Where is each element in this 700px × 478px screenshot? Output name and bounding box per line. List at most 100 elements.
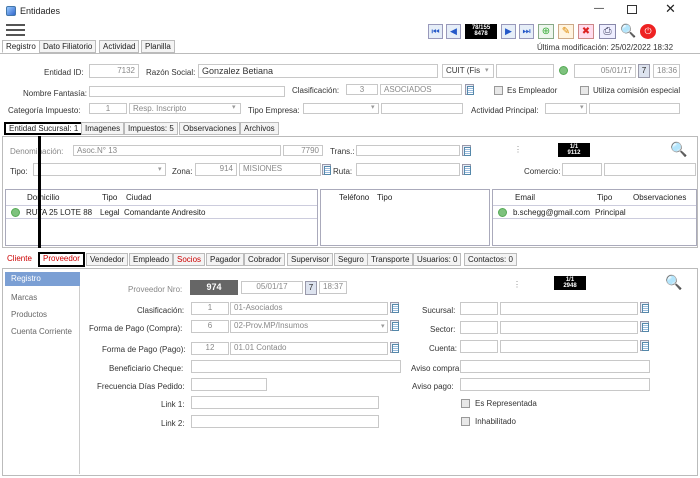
side-item-marcas[interactable]: Marcas: [11, 293, 37, 302]
clasif-label: Clasificación:: [137, 306, 185, 315]
search-icon[interactable]: 🔍: [620, 24, 637, 39]
last-record-icon[interactable]: ⏭: [519, 24, 534, 39]
title-bar: Entidades — ✕: [0, 0, 700, 22]
hamburger-menu-icon[interactable]: [6, 24, 25, 38]
tipo-select[interactable]: [33, 163, 166, 176]
tab-cobrador[interactable]: Cobrador: [244, 253, 286, 266]
sector-input[interactable]: [460, 321, 498, 334]
calendar-button[interactable]: 7: [638, 64, 650, 78]
razon-social-input[interactable]: Gonzalez Betiana: [198, 64, 438, 78]
delete-record-icon[interactable]: ✖: [578, 24, 594, 39]
lookup-list-icon[interactable]: [390, 302, 399, 313]
es-empleador-checkbox[interactable]: [494, 86, 503, 95]
tab-actividad[interactable]: Actividad: [99, 40, 140, 53]
link1-input[interactable]: [191, 396, 379, 409]
dotted-handle: ⋮: [513, 280, 521, 289]
ruta-input[interactable]: [356, 163, 460, 176]
tab-observaciones[interactable]: Observaciones: [179, 122, 241, 135]
first-record-icon[interactable]: ⏮: [428, 24, 443, 39]
sucursal-input[interactable]: [460, 302, 498, 315]
tab-proveedor[interactable]: Proveedor: [38, 252, 85, 267]
es-representada-checkbox[interactable]: [461, 399, 470, 408]
col-tipo: Tipo: [102, 193, 118, 202]
comision-checkbox[interactable]: [580, 86, 589, 95]
tab-dato-filiatorio[interactable]: Dato Filiatorio: [39, 40, 97, 53]
print-icon[interactable]: ⎙: [599, 24, 616, 39]
side-item-registro[interactable]: Registro: [5, 272, 80, 286]
frecuencia-input[interactable]: [191, 378, 267, 391]
power-exit-icon[interactable]: ⏻: [640, 24, 656, 39]
tab-entidad-sucursal[interactable]: Entidad Sucursal: 1: [4, 122, 84, 135]
lookup-list-icon[interactable]: [390, 342, 399, 353]
tipo-empresa-select[interactable]: [303, 103, 379, 114]
tab-vendedor[interactable]: Vendedor: [86, 253, 129, 266]
clasificacion-label: Clasificación:: [292, 86, 340, 95]
denominacion-input[interactable]: Asoc.N° 13: [73, 145, 281, 156]
forma-compra-code[interactable]: 6: [191, 320, 229, 333]
status-dot-icon: [11, 208, 20, 217]
zona-code[interactable]: 914: [195, 163, 237, 176]
tab-transporte[interactable]: Transporte: [367, 253, 414, 266]
tab-pagador[interactable]: Pagador: [206, 253, 245, 266]
lookup-list-icon[interactable]: [640, 340, 649, 351]
tab-planilla[interactable]: Planilla: [141, 40, 175, 53]
tab-seguro[interactable]: Seguro: [334, 253, 368, 266]
categoria-select[interactable]: Resp. Inscripto: [129, 103, 241, 114]
side-item-productos[interactable]: Productos: [11, 310, 47, 319]
calendar-button[interactable]: 7: [305, 281, 317, 295]
tab-usuarios[interactable]: Usuarios: 0: [413, 253, 462, 266]
link2-input[interactable]: [191, 415, 379, 428]
lookup-list-icon[interactable]: [640, 321, 649, 332]
zona-label: Zona:: [172, 167, 193, 176]
close-button[interactable]: ✕: [665, 1, 676, 17]
minimize-button[interactable]: —: [594, 3, 604, 14]
lookup-list-icon[interactable]: [462, 164, 471, 175]
lookup-list-icon[interactable]: [640, 302, 649, 313]
tab-socios[interactable]: Socios: [173, 253, 206, 266]
tab-registro[interactable]: Registro: [2, 40, 40, 53]
side-item-cuenta-corriente[interactable]: Cuenta Corriente: [11, 327, 72, 336]
clasificacion-code[interactable]: 3: [346, 84, 378, 95]
cuit-number-input[interactable]: [496, 64, 554, 78]
edit-pencil-icon[interactable]: ✎: [558, 24, 574, 39]
cuenta-input[interactable]: [460, 340, 498, 353]
lookup-list-icon[interactable]: [322, 164, 331, 175]
search-icon[interactable]: 🔍: [670, 141, 687, 158]
forma-compra-select[interactable]: 02-Prov.MP/Insumos: [230, 320, 388, 333]
tipo-empresa-label: Tipo Empresa:: [248, 106, 300, 115]
aviso-compra-input[interactable]: [460, 360, 650, 373]
new-record-icon[interactable]: ⊕: [538, 24, 554, 39]
lookup-list-icon[interactable]: [465, 84, 474, 95]
categoria-code[interactable]: 1: [89, 103, 127, 114]
chevron-down-icon: ▾: [485, 67, 489, 74]
trans-input[interactable]: [356, 145, 460, 156]
table-row[interactable]: RUTA 25 LOTE 88 Legal Comandante Andresi…: [6, 205, 317, 219]
nombre-fantasia-input[interactable]: [89, 86, 285, 97]
comercio-input[interactable]: [562, 163, 602, 176]
tab-imagenes[interactable]: Imagenes: [81, 122, 125, 135]
cell-tipo: Legal: [100, 208, 120, 217]
tab-archivos[interactable]: Archivos: [240, 122, 279, 135]
tab-contactos[interactable]: Contactos: 0: [464, 253, 517, 266]
aviso-pago-input[interactable]: [460, 378, 650, 391]
date-field[interactable]: 05/01/17: [574, 64, 636, 78]
forma-pago-code[interactable]: 12: [191, 342, 229, 355]
beneficiario-input[interactable]: [191, 360, 401, 373]
next-record-icon[interactable]: ▶: [501, 24, 516, 39]
clasif-code[interactable]: 1: [191, 302, 229, 315]
tab-empleado[interactable]: Empleado: [129, 253, 174, 266]
lookup-list-icon[interactable]: [390, 320, 399, 331]
search-icon[interactable]: 🔍: [665, 274, 682, 291]
table-row[interactable]: b.schegg@gmail.com Principal: [493, 205, 696, 219]
inhabilitado-checkbox[interactable]: [461, 417, 470, 426]
cuenta-label: Cuenta:: [429, 344, 458, 353]
tipo-label: Tipo:: [10, 167, 28, 176]
tab-impuestos[interactable]: Impuestos: 5: [124, 122, 178, 135]
tab-cliente[interactable]: Cliente: [4, 253, 35, 266]
tab-supervisor[interactable]: Supervisor: [287, 253, 334, 266]
app-icon: [6, 6, 16, 16]
prev-record-icon[interactable]: ◀: [446, 24, 461, 39]
proveedor-date[interactable]: 05/01/17: [241, 281, 303, 294]
maximize-button[interactable]: [627, 5, 637, 14]
lookup-list-icon[interactable]: [462, 145, 471, 156]
